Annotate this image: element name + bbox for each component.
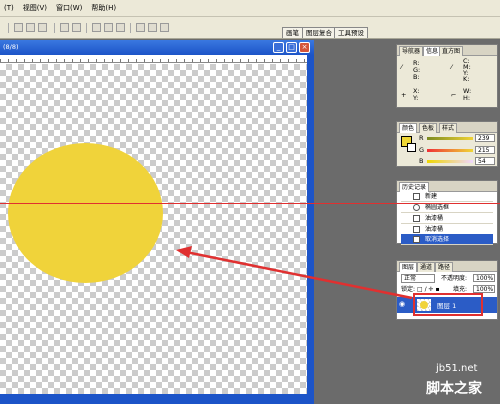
tab-swatches[interactable]: 色板 bbox=[419, 123, 438, 133]
tab-histogram[interactable]: 直方图 bbox=[439, 46, 464, 56]
history-item[interactable]: 新建 bbox=[401, 191, 493, 202]
channel-b-slider[interactable] bbox=[427, 160, 473, 163]
history-item-label: 油漆桶 bbox=[425, 226, 444, 233]
tab-navigator[interactable]: 导航器 bbox=[399, 46, 424, 56]
deselect-icon bbox=[413, 236, 420, 243]
layers-panel-tabs: 图层 通道 路径 bbox=[397, 261, 497, 272]
palette-tab-layer-comps[interactable]: 图层复合 bbox=[302, 27, 336, 38]
toolbar-divider bbox=[54, 23, 55, 33]
palette-well: 画笔 图层复合 工具预设 bbox=[262, 18, 500, 38]
history-item-label: 椭圆选框 bbox=[425, 204, 450, 211]
palette-tab-brushes[interactable]: 画笔 bbox=[282, 27, 303, 38]
channel-r-value[interactable]: 239 bbox=[475, 134, 495, 142]
paint-bucket-icon bbox=[413, 226, 420, 233]
info-h-label: H: bbox=[463, 94, 471, 102]
distribute-icon[interactable] bbox=[160, 23, 169, 32]
eyedropper-icon: ⁄ bbox=[401, 63, 403, 71]
align-icon[interactable] bbox=[14, 23, 23, 32]
tab-color[interactable]: 颜色 bbox=[399, 123, 418, 133]
distribute-icon[interactable] bbox=[92, 23, 101, 32]
align-icon[interactable] bbox=[26, 23, 35, 32]
highlight-box bbox=[413, 293, 483, 316]
horizontal-ruler bbox=[0, 55, 310, 63]
color-panel: 颜色 色板 样式 R 239 G 215 B 54 bbox=[396, 121, 498, 167]
selection-size-icon: ⌐ bbox=[451, 91, 457, 99]
tab-styles[interactable]: 样式 bbox=[439, 123, 458, 133]
channel-g-value[interactable]: 215 bbox=[475, 146, 495, 154]
document-titlebar[interactable]: (8/8) _ □ × bbox=[0, 40, 314, 55]
distribute-icon[interactable] bbox=[116, 23, 125, 32]
close-button[interactable]: × bbox=[299, 42, 310, 53]
channel-b-label: B bbox=[419, 157, 424, 165]
distribute-icon[interactable] bbox=[136, 23, 145, 32]
opacity-value[interactable]: 100% bbox=[473, 274, 495, 282]
info-panel-tabs: 导航器 信息 直方图 bbox=[397, 45, 497, 56]
channel-b-value[interactable]: 54 bbox=[475, 157, 495, 165]
palette-tab-tool-presets[interactable]: 工具预设 bbox=[334, 27, 368, 38]
watermark-url: jb51.net bbox=[436, 363, 478, 374]
eye-icon[interactable]: ◉ bbox=[399, 300, 405, 308]
distribute-icon[interactable] bbox=[104, 23, 113, 32]
ellipse-marquee-icon bbox=[413, 204, 420, 211]
history-item[interactable]: 油漆桶 bbox=[401, 213, 493, 224]
tab-channels[interactable]: 通道 bbox=[417, 262, 436, 272]
menu-item-window[interactable]: 窗口(W) bbox=[56, 3, 82, 13]
fill-value[interactable]: 100% bbox=[473, 285, 495, 293]
history-item-label: 油漆桶 bbox=[425, 215, 444, 222]
distribute-icon[interactable] bbox=[148, 23, 157, 32]
channel-r-slider[interactable] bbox=[427, 137, 473, 140]
eyedropper-icon: ⁄ bbox=[451, 63, 453, 71]
maximize-button[interactable]: □ bbox=[286, 42, 297, 53]
paint-bucket-icon bbox=[413, 215, 420, 222]
watermark-site-name: 脚本之家 bbox=[426, 381, 482, 397]
blend-mode-select[interactable]: 正常 bbox=[401, 274, 435, 283]
align-icon[interactable] bbox=[72, 23, 81, 32]
channel-g-label: G bbox=[419, 146, 425, 154]
new-document-icon bbox=[413, 193, 420, 200]
background-color-swatch[interactable] bbox=[407, 143, 416, 152]
toolbar-divider bbox=[86, 23, 87, 33]
history-item-label: 新建 bbox=[425, 193, 438, 200]
document-frame-right bbox=[307, 55, 314, 404]
minimize-button[interactable]: _ bbox=[273, 42, 284, 53]
align-icon[interactable] bbox=[60, 23, 69, 32]
info-panel: 导航器 信息 直方图 ⁄ R: G: B: ⁄ C: M: Y: K: + X:… bbox=[396, 44, 498, 108]
red-guide-line bbox=[0, 203, 500, 204]
document-title: (8/8) bbox=[3, 43, 19, 51]
menu-bar: (T) 视图(V) 窗口(W) 帮助(H) bbox=[0, 0, 500, 17]
info-b-label: B: bbox=[413, 73, 420, 81]
align-icon[interactable] bbox=[38, 23, 47, 32]
tab-paths[interactable]: 路径 bbox=[435, 262, 454, 272]
menu-item-view[interactable]: 视图(V) bbox=[23, 3, 47, 13]
history-item-selected[interactable]: 取消选择 bbox=[401, 234, 493, 245]
history-item-label: 取消选择 bbox=[425, 236, 450, 243]
menu-item-partial[interactable]: (T) bbox=[4, 4, 14, 12]
color-panel-tabs: 颜色 色板 样式 bbox=[397, 122, 497, 133]
toolbar-divider bbox=[8, 23, 9, 33]
opacity-label: 不透明度: bbox=[441, 275, 468, 282]
crosshair-icon: + bbox=[401, 91, 407, 99]
info-k-label: K: bbox=[463, 75, 470, 83]
history-panel: 历史记录 新建 椭圆选框 油漆桶 油漆桶 取消选择 bbox=[396, 180, 498, 245]
tab-layers[interactable]: 图层 bbox=[399, 262, 418, 272]
channel-r-label: R bbox=[419, 134, 424, 142]
menu-item-help[interactable]: 帮助(H) bbox=[91, 3, 116, 13]
toolbar-divider bbox=[130, 23, 131, 33]
info-y-coord-label: Y: bbox=[413, 94, 419, 102]
yellow-circle-shape bbox=[8, 143, 163, 283]
channel-g-slider[interactable] bbox=[427, 149, 473, 152]
document-frame-bottom bbox=[0, 394, 314, 404]
